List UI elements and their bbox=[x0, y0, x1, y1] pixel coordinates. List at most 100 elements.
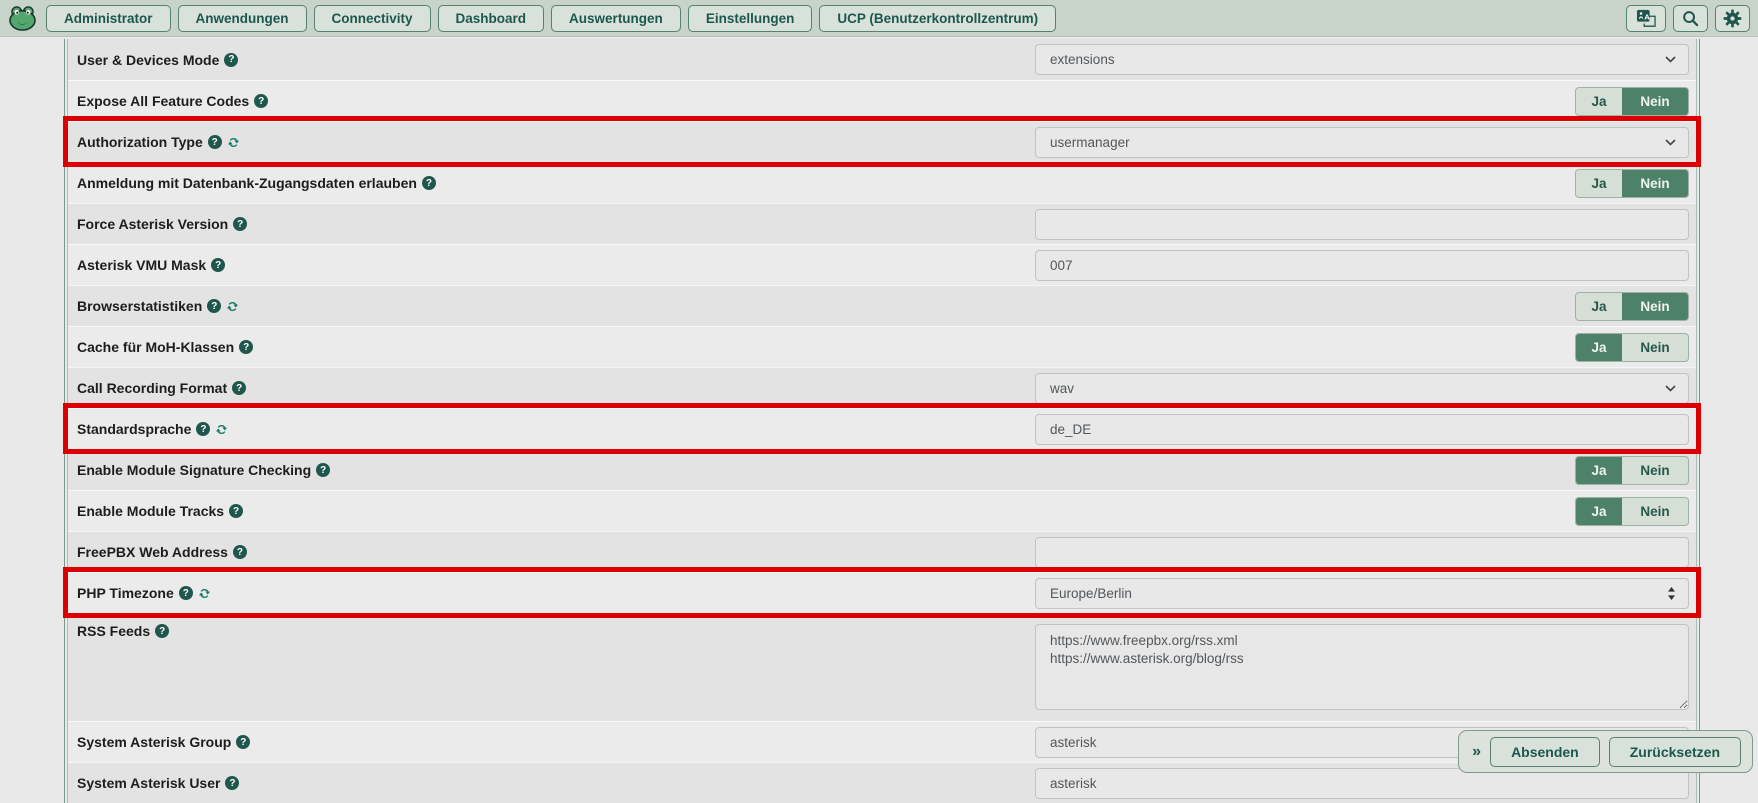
expose-all-feature-codes-no-button[interactable]: Nein bbox=[1622, 88, 1688, 115]
help-icon[interactable]: ? bbox=[236, 735, 250, 749]
freepbx-web-address-input[interactable] bbox=[1035, 537, 1689, 568]
refresh-icon[interactable] bbox=[226, 300, 239, 313]
cache-fuer-moh-klassen-toggle: JaNein bbox=[1575, 333, 1689, 362]
nav-tab-ucp-benutzerkontrollzentrum[interactable]: UCP (Benutzerkontrollzentrum) bbox=[819, 5, 1056, 32]
settings-row: Force Asterisk Version? bbox=[68, 203, 1696, 244]
settings-row: Enable Module Tracks? JaNein bbox=[68, 490, 1696, 531]
setting-label: Force Asterisk Version bbox=[77, 216, 228, 232]
asterisk-vmu-mask-input[interactable] bbox=[1035, 250, 1689, 281]
nav-tab-administrator[interactable]: Administrator bbox=[46, 5, 171, 32]
enable-module-signature-checking-yes-button[interactable]: Ja bbox=[1576, 457, 1622, 484]
settings-button[interactable] bbox=[1715, 5, 1750, 32]
expose-all-feature-codes-yes-button[interactable]: Ja bbox=[1576, 88, 1622, 115]
chevron-down-icon bbox=[1665, 139, 1676, 146]
help-icon[interactable]: ? bbox=[232, 381, 246, 395]
settings-row: Authorization Type? usermanager bbox=[68, 121, 1696, 162]
help-icon[interactable]: ? bbox=[254, 94, 268, 108]
setting-label: Anmeldung mit Datenbank-Zugangsdaten erl… bbox=[77, 175, 417, 191]
collapse-chevrons[interactable]: » bbox=[1472, 744, 1481, 760]
help-icon[interactable]: ? bbox=[422, 176, 436, 190]
language-button[interactable]: A bbox=[1626, 5, 1666, 32]
setting-label: RSS Feeds bbox=[77, 623, 150, 639]
help-icon[interactable]: ? bbox=[316, 463, 330, 477]
setting-label: Enable Module Tracks bbox=[77, 503, 224, 519]
settings-row: Expose All Feature Codes? JaNein bbox=[68, 80, 1696, 121]
force-asterisk-version-input[interactable] bbox=[1035, 209, 1689, 240]
gear-icon bbox=[1723, 9, 1742, 28]
setting-label: Call Recording Format bbox=[77, 380, 227, 396]
setting-label: Authorization Type bbox=[77, 134, 203, 150]
help-icon[interactable]: ? bbox=[224, 53, 238, 67]
user-devices-mode-select[interactable]: extensions bbox=[1035, 44, 1689, 75]
action-bar: » Absenden Zurücksetzen bbox=[1458, 730, 1753, 773]
enable-module-tracks-yes-button[interactable]: Ja bbox=[1576, 498, 1622, 525]
setting-label: Expose All Feature Codes bbox=[77, 93, 249, 109]
help-icon[interactable]: ? bbox=[211, 258, 225, 272]
selected-value: extensions bbox=[1050, 52, 1665, 67]
settings-row: Browserstatistiken?JaNein bbox=[68, 285, 1696, 326]
help-icon[interactable]: ? bbox=[233, 217, 247, 231]
settings-row: System Asterisk Group? bbox=[68, 721, 1696, 762]
search-icon bbox=[1682, 10, 1699, 27]
nav-tabs: Administrator Anwendungen Connectivity Dash… bbox=[46, 5, 1056, 32]
browserstatistiken-no-button[interactable]: Nein bbox=[1622, 293, 1688, 320]
help-icon[interactable]: ? bbox=[229, 504, 243, 518]
submit-button[interactable]: Absenden bbox=[1490, 737, 1600, 767]
help-icon[interactable]: ? bbox=[225, 776, 239, 790]
help-icon[interactable]: ? bbox=[179, 586, 193, 600]
anmeldung-mit-datenbank-zugangsdaten-erlauben-toggle: JaNein bbox=[1575, 169, 1689, 198]
anmeldung-mit-datenbank-zugangsdaten-erlauben-yes-button[interactable]: Ja bbox=[1576, 170, 1622, 197]
setting-label: System Asterisk Group bbox=[77, 734, 231, 750]
help-icon[interactable]: ? bbox=[233, 545, 247, 559]
frog-logo[interactable] bbox=[8, 6, 37, 31]
settings-row: Enable Module Signature Checking? JaNein bbox=[68, 449, 1696, 490]
expose-all-feature-codes-toggle: JaNein bbox=[1575, 87, 1689, 116]
setting-label: Asterisk VMU Mask bbox=[77, 257, 206, 273]
refresh-icon[interactable] bbox=[215, 423, 228, 436]
settings-panel: User & Devices Mode? extensions Expose All… bbox=[64, 39, 1700, 803]
nav-tab-dashboard[interactable]: Dashboard bbox=[438, 5, 545, 32]
enable-module-signature-checking-no-button[interactable]: Nein bbox=[1622, 457, 1688, 484]
selected-value: wav bbox=[1050, 381, 1665, 396]
settings-row: Call Recording Format? wav bbox=[68, 367, 1696, 408]
enable-module-tracks-toggle: JaNein bbox=[1575, 497, 1689, 526]
help-icon[interactable]: ? bbox=[208, 135, 222, 149]
help-icon[interactable]: ? bbox=[207, 299, 221, 313]
up-down-arrows-icon bbox=[1667, 587, 1676, 600]
anmeldung-mit-datenbank-zugangsdaten-erlauben-no-button[interactable]: Nein bbox=[1622, 170, 1688, 197]
standardsprache-input[interactable] bbox=[1035, 414, 1689, 445]
help-icon[interactable]: ? bbox=[239, 340, 253, 354]
nav-tab-auswertungen[interactable]: Auswertungen bbox=[551, 5, 681, 32]
help-icon[interactable]: ? bbox=[196, 422, 210, 436]
call-recording-format-select[interactable]: wav bbox=[1035, 373, 1689, 404]
browserstatistiken-yes-button[interactable]: Ja bbox=[1576, 293, 1622, 320]
chevron-down-icon bbox=[1665, 56, 1676, 63]
settings-row: FreePBX Web Address? bbox=[68, 531, 1696, 572]
help-icon[interactable]: ? bbox=[155, 624, 169, 638]
cache-fuer-moh-klassen-yes-button[interactable]: Ja bbox=[1576, 334, 1622, 361]
refresh-icon[interactable] bbox=[227, 136, 240, 149]
translate-icon: A bbox=[1636, 9, 1656, 28]
search-button[interactable] bbox=[1673, 5, 1708, 32]
settings-rows: User & Devices Mode? extensions Expose All… bbox=[67, 39, 1697, 803]
nav-tab-einstellungen[interactable]: Einstellungen bbox=[688, 5, 813, 32]
setting-label: PHP Timezone bbox=[77, 585, 174, 601]
rss-feeds-textarea[interactable] bbox=[1035, 624, 1689, 710]
selected-value: usermanager bbox=[1050, 135, 1665, 150]
settings-row: Cache für MoH-Klassen?JaNein bbox=[68, 326, 1696, 367]
reset-button[interactable]: Zurücksetzen bbox=[1609, 737, 1741, 767]
setting-label: User & Devices Mode bbox=[77, 52, 219, 68]
settings-row: Standardsprache? bbox=[68, 408, 1696, 449]
chevron-down-icon bbox=[1665, 385, 1676, 392]
setting-label: Standardsprache bbox=[77, 421, 191, 437]
svg-text:A: A bbox=[1644, 12, 1650, 21]
nav-tab-connectivity[interactable]: Connectivity bbox=[314, 5, 431, 32]
cache-fuer-moh-klassen-no-button[interactable]: Nein bbox=[1622, 334, 1688, 361]
nav-tab-anwendungen[interactable]: Anwendungen bbox=[178, 5, 307, 32]
enable-module-tracks-no-button[interactable]: Nein bbox=[1622, 498, 1688, 525]
authorization-type-select[interactable]: usermanager bbox=[1035, 127, 1689, 158]
php-timezone-select[interactable]: Europe/Berlin bbox=[1035, 578, 1689, 609]
top-navbar: Administrator Anwendungen Connectivity Dash… bbox=[0, 0, 1758, 37]
refresh-icon[interactable] bbox=[198, 587, 211, 600]
setting-label: Enable Module Signature Checking bbox=[77, 462, 311, 478]
